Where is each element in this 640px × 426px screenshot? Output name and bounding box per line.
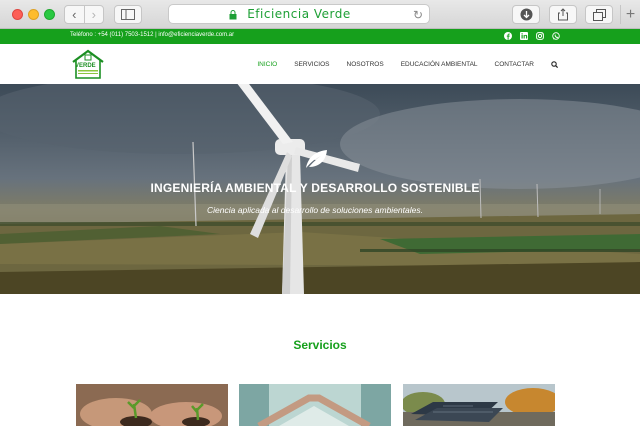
back-button[interactable]: ‹ [65,6,84,23]
nav-item-educacion-ambiental[interactable]: EDUCACIÓN AMBIENTAL [401,61,478,70]
logo-wordmark: VERDE [75,63,96,69]
maximize-window-button[interactable] [44,9,55,20]
reload-icon[interactable]: ↻ [413,8,423,22]
leaf-icon [306,150,327,168]
new-tab-button[interactable]: + [620,5,640,24]
browser-toolbar: ‹ › Eficiencia Verde ↻ + [0,0,640,29]
main-nav: INICIO SERVICIOS NOSOTROS EDUCACIÓN AMBI… [257,61,559,70]
tabs-button[interactable] [585,5,613,24]
close-window-button[interactable] [12,9,23,20]
minimize-window-button[interactable] [28,9,39,20]
sidebar-toggle-button[interactable] [114,5,142,24]
nav-item-servicios[interactable]: SERVICIOS [294,61,329,70]
downloads-button[interactable] [512,5,540,24]
social-links [504,32,560,40]
service-card-image[interactable] [76,384,228,426]
site-header: VERDE INICIO SERVICIOS NOSOTROS EDUCACIÓ… [0,44,640,84]
hero-subtitle: Ciencia aplicada al desarrollo de soluci… [207,205,423,215]
sidebar-icon [121,9,135,20]
address-bar[interactable]: Eficiencia Verde ↻ [168,4,430,24]
nav-item-inicio[interactable]: INICIO [257,61,277,70]
download-icon [520,8,532,21]
facebook-icon[interactable] [504,32,512,40]
history-nav: ‹ › [64,5,104,24]
search-icon[interactable] [551,61,559,70]
tabs-icon [592,8,606,21]
forward-button[interactable]: › [83,6,104,23]
instagram-icon[interactable] [536,32,544,40]
plants-in-hands-image [76,384,228,426]
service-card-image[interactable] [403,384,555,426]
url-text: Eficiencia Verde [247,7,351,21]
nav-item-contactar[interactable]: CONTACTAR [495,61,534,70]
services-title: Servicios [293,338,347,352]
contact-bar: Teléfono : +54 (011) 7503-1512 | info@ef… [0,29,640,44]
share-icon [558,8,568,21]
hands-roof-image [239,384,391,426]
nav-item-nosotros[interactable]: NOSOTROS [347,61,384,70]
contact-info: Teléfono : +54 (011) 7503-1512 | info@ef… [70,32,235,38]
lock-icon [229,10,237,20]
solar-panels-image [403,384,555,426]
service-card-image[interactable] [239,384,391,426]
hero-title: INGENIERÍA AMBIENTAL Y DESARROLLO SOSTEN… [150,181,480,195]
whatsapp-icon[interactable] [552,32,560,40]
share-button[interactable] [549,5,577,24]
hero-banner: INGENIERÍA AMBIENTAL Y DESARROLLO SOSTEN… [0,84,640,294]
site-logo[interactable]: VERDE [70,48,106,80]
linkedin-icon[interactable] [520,32,528,40]
